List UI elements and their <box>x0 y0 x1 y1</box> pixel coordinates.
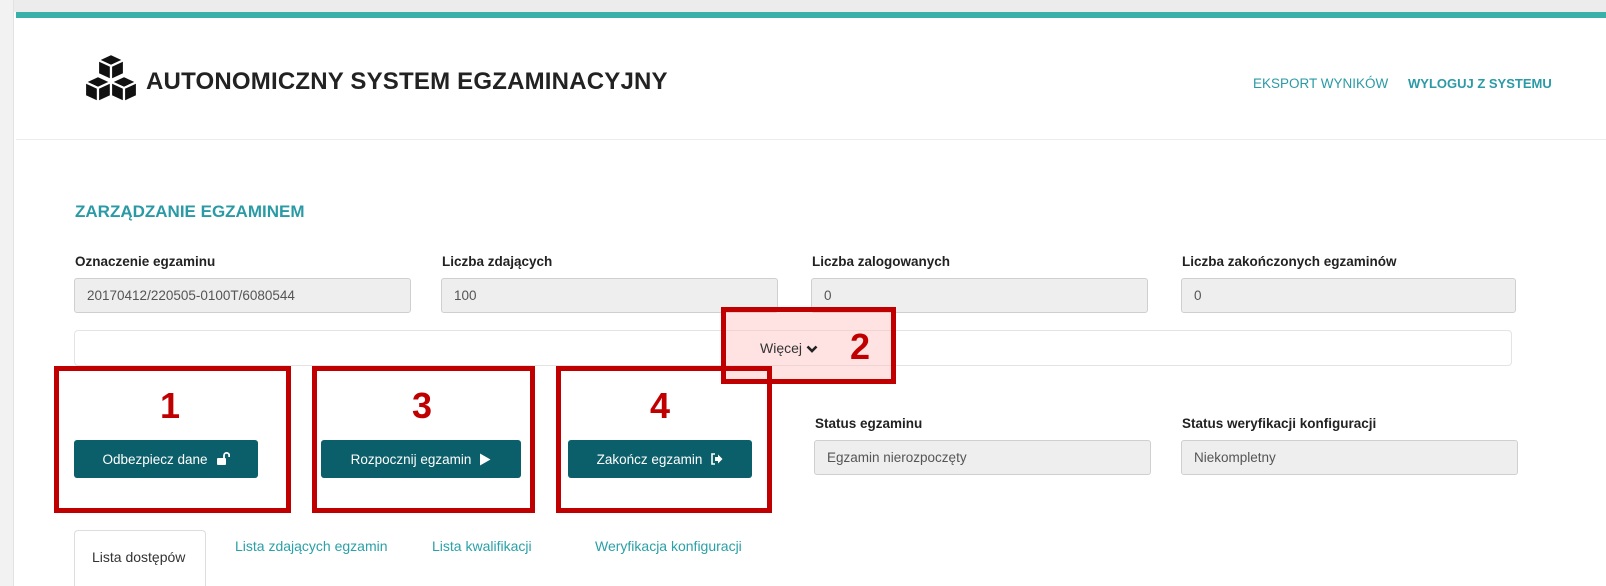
annotation-number-2: 2 <box>850 326 871 367</box>
exam-id-field[interactable]: 20170412/220505-0100T/6080544 <box>74 278 411 313</box>
start-button-label: Rozpocznij egzamin <box>350 451 472 467</box>
chevron-down-icon <box>806 341 818 357</box>
finish-exam-button[interactable]: Zakończ egzamin <box>568 440 752 478</box>
exam-status-label: Status egzaminu <box>815 416 923 431</box>
top-gray-strip <box>0 0 1606 12</box>
exam-status-field[interactable]: Egzamin nierozpoczęty <box>814 440 1151 475</box>
unlock-data-button[interactable]: Odbezpiecz dane <box>74 440 258 478</box>
tab-qualifications-list[interactable]: Lista kwalifikacji <box>432 538 532 554</box>
section-title: ZARZĄDZANIE EGZAMINEM <box>75 202 305 221</box>
annotation-number-3: 3 <box>412 385 433 426</box>
more-toggle[interactable]: Więcej <box>760 340 818 357</box>
tab-candidates-list[interactable]: Lista zdających egzamin <box>235 538 388 554</box>
finished-label: Liczba zakończonych egzaminów <box>1182 254 1397 269</box>
unlock-button-label: Odbezpiecz dane <box>102 451 208 467</box>
annotation-number-1: 1 <box>160 385 181 426</box>
app-title: AUTONOMICZNY SYSTEM EGZAMINACYJNY <box>146 68 668 95</box>
tab-access-list[interactable]: Lista dostępów <box>74 530 206 586</box>
more-label: Więcej <box>760 340 803 356</box>
play-icon <box>479 453 491 466</box>
left-rail <box>0 0 14 586</box>
start-exam-button[interactable]: Rozpocznij egzamin <box>321 440 521 478</box>
config-status-field[interactable]: Niekompletny <box>1181 440 1518 475</box>
candidates-label: Liczba zdających <box>442 254 553 269</box>
annotation-number-4: 4 <box>650 385 671 426</box>
export-results-link[interactable]: EKSPORT WYNIKÓW <box>1253 76 1388 91</box>
logged-in-label: Liczba zalogowanych <box>812 254 951 269</box>
tab-config-verification[interactable]: Weryfikacja konfiguracji <box>595 538 742 554</box>
unlock-icon <box>216 452 230 466</box>
page-header: AUTONOMICZNY SYSTEM EGZAMINACYJNY EKSPOR… <box>16 18 1606 140</box>
exam-id-label: Oznaczenie egzaminu <box>75 254 216 269</box>
cubes-icon <box>80 50 142 106</box>
logout-link[interactable]: WYLOGUJ Z SYSTEMU <box>1408 76 1552 91</box>
finish-button-label: Zakończ egzamin <box>596 451 703 467</box>
sign-out-icon <box>710 453 723 465</box>
config-status-label: Status weryfikacji konfiguracji <box>1182 416 1377 431</box>
app-frame: AUTONOMICZNY SYSTEM EGZAMINACYJNY EKSPOR… <box>0 0 1606 586</box>
finished-field[interactable]: 0 <box>1181 278 1516 313</box>
